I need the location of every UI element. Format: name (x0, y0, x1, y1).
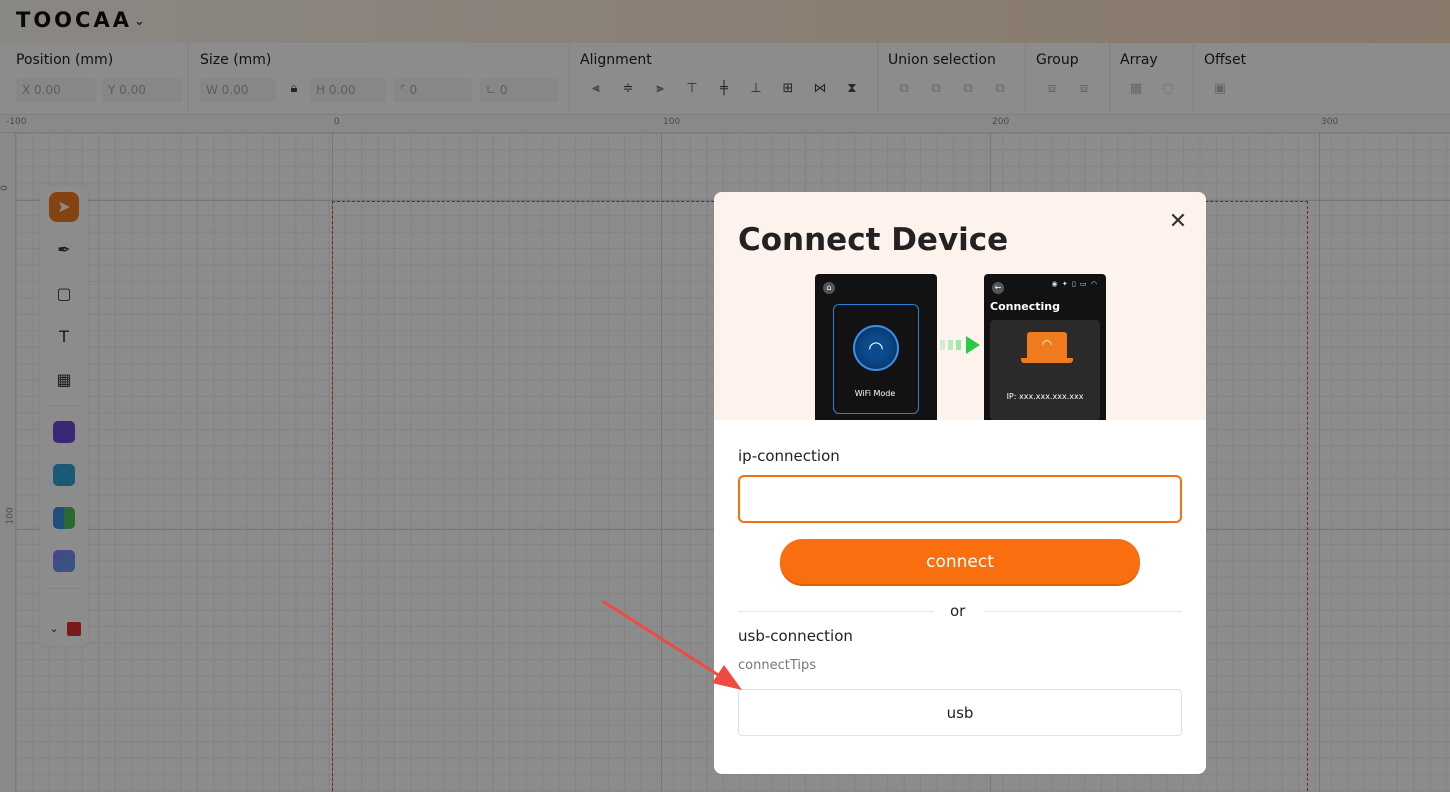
status-icons: ◉ ✦ ▯ ▭ ◠ (1051, 280, 1098, 288)
flow-arrow-icon (940, 336, 982, 354)
wifi-mode-label: WiFi Mode (854, 389, 896, 398)
back-arrow-icon: ← (992, 282, 1004, 294)
home-icon: ⌂ (823, 282, 835, 294)
dialog-title: Connect Device (738, 222, 1009, 258)
device-ip-label: IP: xxx.xxx.xxx.xxx (1006, 392, 1084, 401)
close-icon[interactable]: ✕ (1168, 211, 1188, 233)
ip-connection-label: ip-connection (738, 447, 840, 465)
usb-connect-button[interactable]: usb (738, 689, 1182, 736)
connect-device-dialog: Connect Device ✕ ⌂ ◠ WiFi Mode ← ◉ ✦ ▯ ▭… (714, 192, 1206, 774)
connecting-label: Connecting (990, 300, 1061, 313)
usb-connection-label: usb-connection (738, 627, 853, 645)
connect-button[interactable]: connect (780, 539, 1140, 584)
connecting-card: ◠ IP: xxx.xxx.xxx.xxx (990, 320, 1100, 420)
laptop-base (1021, 358, 1073, 363)
divider-left (738, 611, 934, 612)
wifi-icon: ◠ (853, 325, 899, 371)
dialog-header: Connect Device ✕ ⌂ ◠ WiFi Mode ← ◉ ✦ ▯ ▭… (714, 192, 1206, 420)
wifi-mode-card: ◠ WiFi Mode (833, 304, 919, 414)
laptop-icon: ◠ (1027, 332, 1067, 358)
device-screen-wifi-mode: ⌂ ◠ WiFi Mode (815, 274, 937, 420)
device-screen-connecting: ← ◉ ✦ ▯ ▭ ◠ Connecting ◠ IP: xxx.xxx.xxx… (984, 274, 1106, 420)
divider-right (984, 611, 1182, 612)
ip-address-input[interactable] (738, 475, 1182, 523)
connect-tips: connectTips (738, 658, 816, 673)
or-separator: or (950, 602, 966, 620)
